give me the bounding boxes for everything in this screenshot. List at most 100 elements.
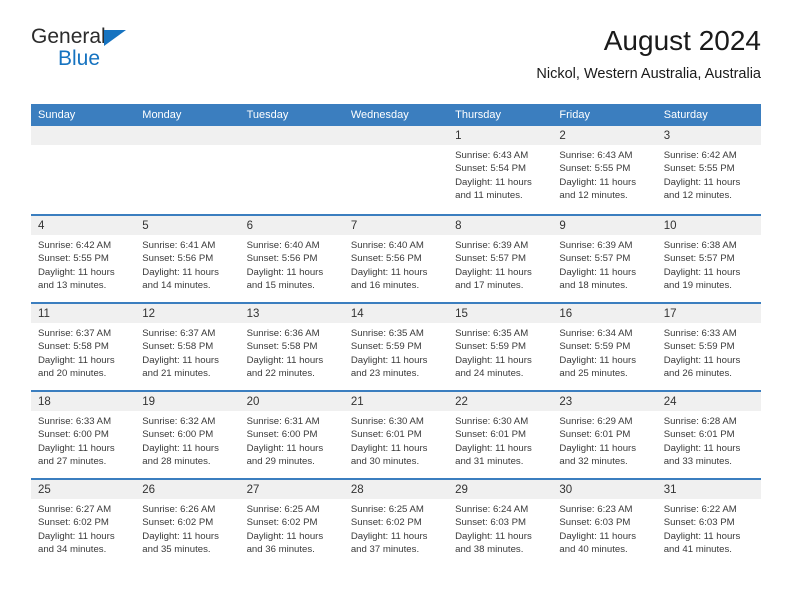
page-title: August 2024 (603, 25, 761, 56)
calendar-day-cell[interactable]: 14 Sunrise: 6:35 AM Sunset: 5:59 PM Dayl… (343, 304, 449, 390)
daylight-text-line2: and 22 minutes. (246, 367, 315, 379)
calendar-week-row: 18 Sunrise: 6:33 AM Sunset: 6:00 PM Dayl… (31, 390, 761, 478)
calendar-day-cell[interactable]: 11 Sunrise: 6:37 AM Sunset: 5:58 PM Dayl… (31, 304, 136, 390)
day-details: Sunrise: 6:34 AM Sunset: 5:59 PM Dayligh… (552, 323, 656, 380)
sunrise-text: Sunrise: 6:40 AM (350, 240, 424, 251)
day-number-band (135, 126, 240, 145)
daylight-text-line2: and 36 minutes. (246, 543, 315, 555)
daylight-text-line1: Daylight: 11 hours (559, 266, 637, 278)
sunrise-text: Sunrise: 6:26 AM (142, 504, 216, 515)
calendar-day-cell[interactable]: 10 Sunrise: 6:38 AM Sunset: 5:57 PM Dayl… (656, 216, 761, 302)
daylight-text-line1: Daylight: 11 hours (142, 266, 219, 278)
calendar-day-cell (239, 126, 344, 214)
sunset-text: Sunset: 6:02 PM (246, 517, 318, 529)
calendar-day-cell[interactable]: 9 Sunrise: 6:39 AM Sunset: 5:57 PM Dayli… (552, 216, 657, 302)
sunrise-text: Sunrise: 6:27 AM (38, 504, 112, 515)
day-details: Sunrise: 6:43 AM Sunset: 5:55 PM Dayligh… (552, 145, 656, 202)
calendar-day-cell[interactable]: 23 Sunrise: 6:29 AM Sunset: 6:01 PM Dayl… (552, 392, 657, 478)
daylight-text-line1: Daylight: 11 hours (455, 176, 532, 188)
calendar-day-cell[interactable]: 21 Sunrise: 6:30 AM Sunset: 6:01 PM Dayl… (343, 392, 449, 478)
sunrise-text: Sunrise: 6:29 AM (559, 416, 633, 427)
calendar-day-cell[interactable]: 29 Sunrise: 6:24 AM Sunset: 6:03 PM Dayl… (448, 480, 553, 566)
sunrise-text: Sunrise: 6:42 AM (663, 150, 737, 161)
day-details: Sunrise: 6:35 AM Sunset: 5:59 PM Dayligh… (448, 323, 552, 380)
day-number: 15 (455, 308, 468, 320)
day-number: 9 (559, 220, 566, 232)
day-number: 19 (142, 396, 156, 408)
calendar-day-cell[interactable]: 22 Sunrise: 6:30 AM Sunset: 6:01 PM Dayl… (448, 392, 553, 478)
calendar-day-cell[interactable]: 3 Sunrise: 6:42 AM Sunset: 5:55 PM Dayli… (656, 126, 761, 214)
sunset-text: Sunset: 6:02 PM (350, 517, 422, 529)
calendar-day-cell[interactable]: 20 Sunrise: 6:31 AM Sunset: 6:00 PM Dayl… (239, 392, 344, 478)
calendar-day-cell[interactable]: 4 Sunrise: 6:42 AM Sunset: 5:55 PM Dayli… (31, 216, 136, 302)
weekday-header-friday: Friday (559, 109, 590, 121)
daylight-text-line1: Daylight: 11 hours (455, 442, 532, 454)
sunrise-text: Sunrise: 6:34 AM (559, 328, 633, 339)
sunset-text: Sunset: 6:02 PM (38, 517, 109, 529)
day-number-band: 29 (448, 480, 553, 499)
calendar-day-cell[interactable]: 16 Sunrise: 6:34 AM Sunset: 5:59 PM Dayl… (552, 304, 657, 390)
day-number: 28 (350, 484, 364, 496)
calendar-day-cell[interactable]: 8 Sunrise: 6:39 AM Sunset: 5:57 PM Dayli… (448, 216, 553, 302)
calendar-day-cell[interactable]: 2 Sunrise: 6:43 AM Sunset: 5:55 PM Dayli… (552, 126, 657, 214)
day-number-band: 14 (343, 304, 449, 323)
sunset-text: Sunset: 5:59 PM (455, 341, 527, 353)
calendar-day-cell[interactable]: 25 Sunrise: 6:27 AM Sunset: 6:02 PM Dayl… (31, 480, 136, 566)
daylight-text-line1: Daylight: 11 hours (350, 266, 428, 278)
daylight-text-line2: and 12 minutes. (663, 189, 732, 201)
day-number-band: 15 (448, 304, 553, 323)
generalblue-logo[interactable]: General Blue (31, 26, 151, 70)
day-number: 27 (246, 484, 260, 496)
calendar-day-cell[interactable]: 13 Sunrise: 6:36 AM Sunset: 5:58 PM Dayl… (239, 304, 344, 390)
sunset-text: Sunset: 5:57 PM (559, 253, 631, 265)
calendar-day-cell[interactable]: 31 Sunrise: 6:22 AM Sunset: 6:03 PM Dayl… (656, 480, 761, 566)
calendar-day-cell[interactable]: 12 Sunrise: 6:37 AM Sunset: 5:58 PM Dayl… (135, 304, 240, 390)
day-details: Sunrise: 6:29 AM Sunset: 6:01 PM Dayligh… (552, 411, 656, 468)
calendar-day-cell[interactable]: 28 Sunrise: 6:25 AM Sunset: 6:02 PM Dayl… (343, 480, 449, 566)
calendar-day-cell[interactable]: 26 Sunrise: 6:26 AM Sunset: 6:02 PM Dayl… (135, 480, 240, 566)
day-number: 2 (559, 130, 566, 142)
daylight-text-line1: Daylight: 11 hours (38, 530, 115, 542)
calendar-day-cell[interactable]: 24 Sunrise: 6:28 AM Sunset: 6:01 PM Dayl… (656, 392, 761, 478)
calendar-day-cell[interactable]: 18 Sunrise: 6:33 AM Sunset: 6:00 PM Dayl… (31, 392, 136, 478)
daylight-text-line2: and 23 minutes. (350, 367, 420, 379)
day-number-band: 8 (448, 216, 553, 235)
calendar-week-row: 25 Sunrise: 6:27 AM Sunset: 6:02 PM Dayl… (31, 478, 761, 566)
day-number: 8 (455, 220, 462, 232)
day-details: Sunrise: 6:25 AM Sunset: 6:02 PM Dayligh… (240, 499, 344, 556)
day-number: 3 (663, 130, 671, 142)
sunrise-text: Sunrise: 6:25 AM (350, 504, 424, 515)
calendar-day-cell[interactable]: 19 Sunrise: 6:32 AM Sunset: 6:00 PM Dayl… (135, 392, 240, 478)
daylight-text-line2: and 25 minutes. (559, 367, 628, 379)
day-number: 20 (246, 396, 260, 408)
day-details: Sunrise: 6:33 AM Sunset: 6:00 PM Dayligh… (31, 411, 135, 468)
sunset-text: Sunset: 5:56 PM (350, 253, 422, 265)
calendar-day-cell[interactable]: 27 Sunrise: 6:25 AM Sunset: 6:02 PM Dayl… (239, 480, 344, 566)
daylight-text-line1: Daylight: 11 hours (559, 530, 637, 542)
calendar-day-cell[interactable]: 17 Sunrise: 6:33 AM Sunset: 5:59 PM Dayl… (656, 304, 761, 390)
sunset-text: Sunset: 6:03 PM (559, 517, 631, 529)
sunrise-text: Sunrise: 6:37 AM (142, 328, 216, 339)
day-number-band: 30 (552, 480, 657, 499)
sunrise-text: Sunrise: 6:30 AM (350, 416, 424, 427)
daylight-text-line2: and 28 minutes. (142, 455, 211, 467)
calendar-day-cell[interactable]: 7 Sunrise: 6:40 AM Sunset: 5:56 PM Dayli… (343, 216, 449, 302)
sunrise-text: Sunrise: 6:28 AM (663, 416, 737, 427)
calendar-day-cell[interactable]: 15 Sunrise: 6:35 AM Sunset: 5:59 PM Dayl… (448, 304, 553, 390)
page-header: General Blue August 2024 Nickol, Western… (31, 25, 761, 92)
sunrise-text: Sunrise: 6:33 AM (663, 328, 737, 339)
day-number-band (343, 126, 449, 145)
daylight-text-line1: Daylight: 11 hours (350, 442, 428, 454)
day-number: 14 (350, 308, 364, 320)
calendar-day-cell[interactable]: 6 Sunrise: 6:40 AM Sunset: 5:56 PM Dayli… (239, 216, 344, 302)
sunrise-text: Sunrise: 6:35 AM (455, 328, 529, 339)
weekday-header-wednesday: Wednesday (350, 109, 409, 121)
calendar-day-cell[interactable]: 5 Sunrise: 6:41 AM Sunset: 5:56 PM Dayli… (135, 216, 240, 302)
day-number-band: 13 (239, 304, 344, 323)
sunrise-text: Sunrise: 6:22 AM (663, 504, 737, 515)
sunset-text: Sunset: 5:59 PM (663, 341, 735, 353)
daylight-text-line2: and 30 minutes. (350, 455, 420, 467)
calendar-day-cell[interactable]: 30 Sunrise: 6:23 AM Sunset: 6:03 PM Dayl… (552, 480, 657, 566)
calendar-day-cell[interactable]: 1 Sunrise: 6:43 AM Sunset: 5:54 PM Dayli… (448, 126, 553, 214)
sunset-text: Sunset: 5:58 PM (142, 341, 214, 353)
